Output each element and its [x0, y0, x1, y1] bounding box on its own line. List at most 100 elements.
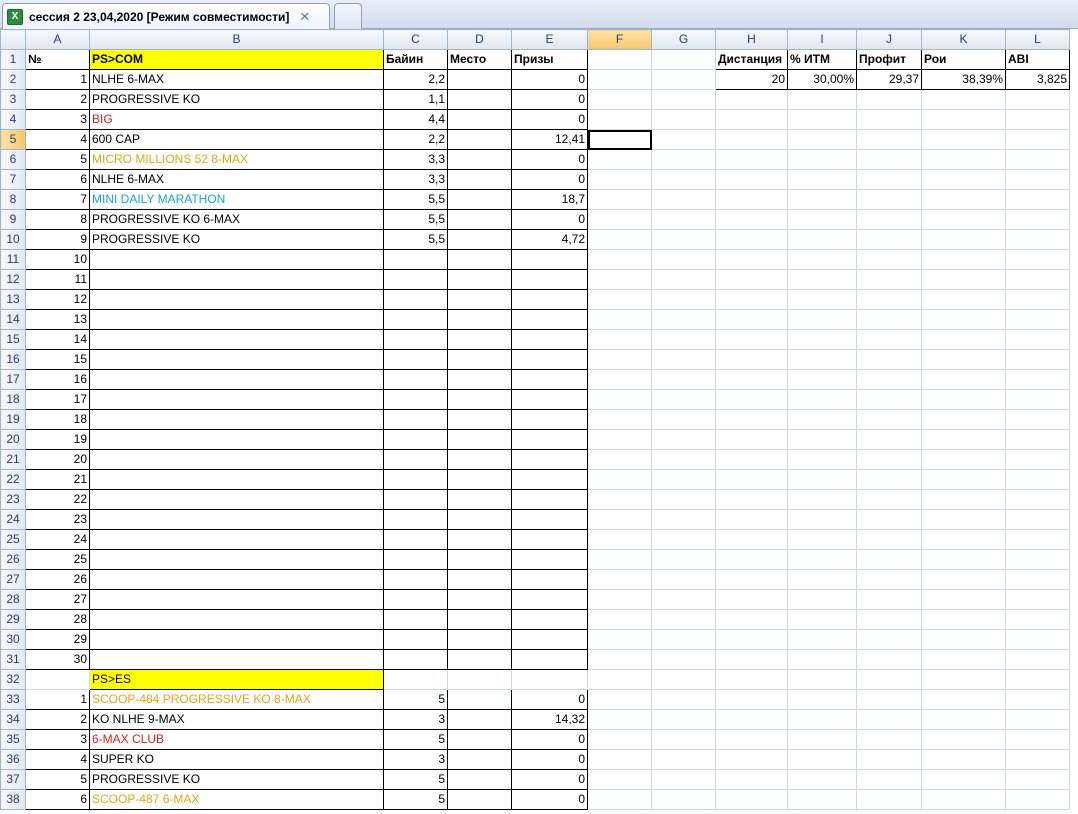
cell-a37[interactable]: 5: [25, 769, 90, 790]
select-all-corner[interactable]: [0, 29, 26, 50]
cell-b2[interactable]: NLHE 6-MAX: [89, 69, 384, 90]
cell-k14[interactable]: [921, 309, 1006, 330]
cell-h35[interactable]: [715, 729, 788, 750]
cell-l7[interactable]: [1005, 169, 1070, 190]
cell-l15[interactable]: [1005, 329, 1070, 350]
cell-d15[interactable]: [447, 329, 512, 350]
cell-d5[interactable]: [447, 129, 512, 150]
cell-f19[interactable]: [587, 409, 652, 430]
cell-h14[interactable]: [715, 309, 788, 330]
cell-j30[interactable]: [856, 629, 922, 650]
cell-g18[interactable]: [651, 389, 716, 410]
cell-d30[interactable]: [447, 629, 512, 650]
cell-b18[interactable]: [89, 389, 384, 410]
document-tab-active[interactable]: X сессия 2 23,04,2020 [Режим совместимос…: [2, 3, 330, 29]
cell-e17[interactable]: [511, 369, 588, 390]
cell-d29[interactable]: [447, 609, 512, 630]
cell-f28[interactable]: [587, 589, 652, 610]
cell-h31[interactable]: [715, 649, 788, 670]
cell-c20[interactable]: [383, 429, 448, 450]
cell-h4[interactable]: [715, 109, 788, 130]
cell-i32[interactable]: [787, 669, 857, 690]
cell-l27[interactable]: [1005, 569, 1070, 590]
cell-b5[interactable]: 600 CAP: [89, 129, 384, 150]
row-header[interactable]: 21: [0, 449, 26, 470]
cell-b37[interactable]: PROGRESSIVE KO: [89, 769, 384, 790]
cell-e5[interactable]: 12,41: [511, 129, 588, 150]
cell-e24[interactable]: [511, 509, 588, 530]
cell-f2[interactable]: [587, 69, 652, 90]
cell-k36[interactable]: [921, 749, 1006, 770]
cell-k12[interactable]: [921, 269, 1006, 290]
cell-g13[interactable]: [651, 289, 716, 310]
cell-i12[interactable]: [787, 269, 857, 290]
cell-a21[interactable]: 20: [25, 449, 90, 470]
cell-a3[interactable]: 2: [25, 89, 90, 110]
cell-l25[interactable]: [1005, 529, 1070, 550]
row-header[interactable]: 31: [0, 649, 26, 670]
cell-k28[interactable]: [921, 589, 1006, 610]
cell-a9[interactable]: 8: [25, 209, 90, 230]
cell-f25[interactable]: [587, 529, 652, 550]
cell-c36[interactable]: 3: [383, 749, 448, 770]
cell-e25[interactable]: [511, 529, 588, 550]
cell-e35[interactable]: 0: [511, 729, 588, 750]
cell-d21[interactable]: [447, 449, 512, 470]
cell-d34[interactable]: [447, 709, 512, 730]
cell-c1[interactable]: Байин: [383, 49, 448, 70]
cell-a30[interactable]: 29: [25, 629, 90, 650]
cell-k8[interactable]: [921, 189, 1006, 210]
cell-g37[interactable]: [651, 769, 716, 790]
cell-j25[interactable]: [856, 529, 922, 550]
cell-j38[interactable]: [856, 789, 922, 810]
cell-j36[interactable]: [856, 749, 922, 770]
cell-b33[interactable]: SCOOP-484 PROGRESSIVE KO 8-MAX: [89, 689, 384, 710]
cell-h38[interactable]: [715, 789, 788, 810]
cell-g29[interactable]: [651, 609, 716, 630]
cell-h16[interactable]: [715, 349, 788, 370]
cell-h3[interactable]: [715, 89, 788, 110]
cell-d19[interactable]: [447, 409, 512, 430]
column-header-e[interactable]: E: [511, 29, 588, 50]
row-header[interactable]: 37: [0, 769, 26, 790]
cell-a16[interactable]: 15: [25, 349, 90, 370]
cell-a32[interactable]: [25, 669, 90, 690]
cell-b10[interactable]: PROGRESSIVE KO: [89, 229, 384, 250]
cell-l10[interactable]: [1005, 229, 1070, 250]
cell-j13[interactable]: [856, 289, 922, 310]
cell-b23[interactable]: [89, 489, 384, 510]
cell-l11[interactable]: [1005, 249, 1070, 270]
row-header[interactable]: 9: [0, 209, 26, 230]
row-header[interactable]: 15: [0, 329, 26, 350]
cell-g15[interactable]: [651, 329, 716, 350]
cell-k31[interactable]: [921, 649, 1006, 670]
column-header-f[interactable]: F: [587, 29, 652, 50]
cell-b14[interactable]: [89, 309, 384, 330]
cell-c38[interactable]: 5: [383, 789, 448, 810]
cell-j23[interactable]: [856, 489, 922, 510]
cell-k6[interactable]: [921, 149, 1006, 170]
cell-k26[interactable]: [921, 549, 1006, 570]
cell-b20[interactable]: [89, 429, 384, 450]
cell-f9[interactable]: [587, 209, 652, 230]
cell-k30[interactable]: [921, 629, 1006, 650]
cell-d31[interactable]: [447, 649, 512, 670]
cell-k25[interactable]: [921, 529, 1006, 550]
cell-a35[interactable]: 3: [25, 729, 90, 750]
cell-j37[interactable]: [856, 769, 922, 790]
cell-g10[interactable]: [651, 229, 716, 250]
cell-l3[interactable]: [1005, 89, 1070, 110]
cell-e3[interactable]: 0: [511, 89, 588, 110]
cell-g36[interactable]: [651, 749, 716, 770]
row-header[interactable]: 3: [0, 89, 26, 110]
cell-k37[interactable]: [921, 769, 1006, 790]
cell-a18[interactable]: 17: [25, 389, 90, 410]
cell-g8[interactable]: [651, 189, 716, 210]
cell-h29[interactable]: [715, 609, 788, 630]
cell-b38[interactable]: SCOOP-487 6-MAX: [89, 789, 384, 810]
cell-k4[interactable]: [921, 109, 1006, 130]
cell-d18[interactable]: [447, 389, 512, 410]
cell-c16[interactable]: [383, 349, 448, 370]
cell-g20[interactable]: [651, 429, 716, 450]
row-header[interactable]: 14: [0, 309, 26, 330]
